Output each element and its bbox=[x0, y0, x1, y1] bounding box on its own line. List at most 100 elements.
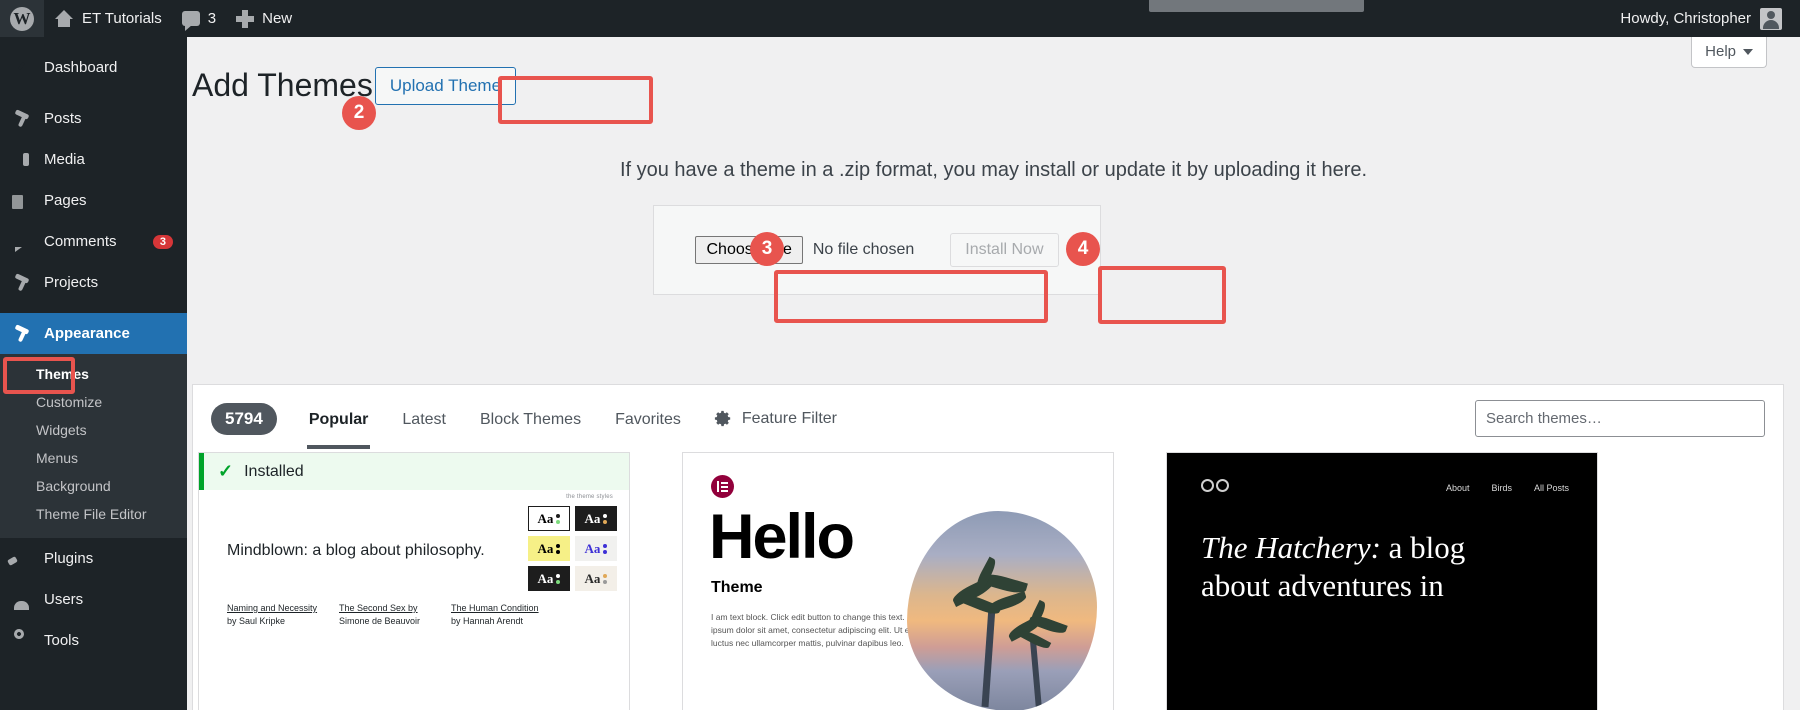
callout-badge-4: 4 bbox=[1066, 232, 1100, 266]
sidebar-label-plugins: Plugins bbox=[44, 550, 94, 567]
sidebar-label-comments: Comments bbox=[44, 233, 117, 250]
sidebar-item-background[interactable]: Background bbox=[0, 472, 187, 500]
chevron-down-icon bbox=[1743, 48, 1753, 55]
preview-palette: Aa Aa Aa Aa Aa Aa bbox=[528, 506, 617, 591]
home-icon bbox=[54, 9, 74, 28]
sidebar-item-pages[interactable]: Pages bbox=[0, 180, 187, 221]
tab-favorites[interactable]: Favorites bbox=[613, 389, 683, 449]
list-item: Naming and Necessity by Saul Kripke bbox=[227, 602, 319, 627]
theme-card-hello-elementor[interactable]: Hello Theme I am text block. Click edit … bbox=[682, 452, 1114, 710]
theme-count-badge: 5794 bbox=[211, 402, 277, 435]
sidebar-item-plugins[interactable]: Plugins bbox=[0, 538, 187, 579]
wordpress-logo-icon: W bbox=[10, 6, 34, 31]
admin-bar-placeholder-box bbox=[1149, 0, 1364, 12]
page-header: Add Themes Upload Theme bbox=[192, 37, 1800, 107]
theme-preview-screenshot: Mindblown: a blog about philosophy. the … bbox=[199, 490, 629, 710]
nav-item-birds: Birds bbox=[1491, 483, 1512, 493]
sidebar-item-users[interactable]: Users bbox=[0, 579, 187, 620]
preview-subheading: Theme bbox=[711, 579, 763, 596]
account-menu[interactable]: Howdy, Christopher bbox=[1612, 0, 1790, 37]
theme-card-hatchery[interactable]: About Birds All Posts The Hatchery: a bl… bbox=[1166, 452, 1598, 710]
file-input-row[interactable]: Choose File No file chosen bbox=[695, 236, 914, 264]
theme-grid: ✓ Installed Mindblown: a blog about phil… bbox=[193, 452, 1783, 710]
feature-filter-label: Feature Filter bbox=[741, 409, 837, 427]
sidebar-item-customize[interactable]: Customize bbox=[0, 388, 187, 416]
preview-heading: The Hatchery: a blog about adventures in bbox=[1201, 529, 1581, 605]
sidebar-item-appearance[interactable]: Appearance bbox=[0, 313, 195, 354]
admin-bar-right: Howdy, Christopher bbox=[1612, 0, 1800, 37]
media-icon bbox=[12, 150, 32, 170]
plugin-icon bbox=[12, 549, 32, 569]
no-file-chosen-label: No file chosen bbox=[812, 241, 915, 258]
theme-card-twentytwentythree[interactable]: ✓ Installed Mindblown: a blog about phil… bbox=[198, 452, 630, 710]
sidebar-label-users: Users bbox=[44, 591, 84, 608]
site-name-menu[interactable]: ET Tutorials bbox=[44, 0, 172, 37]
pin-icon bbox=[12, 272, 32, 293]
sidebar-label-posts: Posts bbox=[44, 110, 82, 127]
sidebar-item-media[interactable]: Media bbox=[0, 139, 187, 180]
sidebar-separator-2 bbox=[0, 303, 187, 313]
wrench-icon bbox=[12, 631, 32, 651]
sidebar-item-dashboard[interactable]: Dashboard bbox=[0, 47, 187, 88]
palette-swatch: Aa bbox=[528, 566, 570, 591]
comments-badge: 3 bbox=[152, 234, 173, 249]
sidebar-separator-1 bbox=[0, 88, 187, 98]
search-input[interactable] bbox=[1475, 400, 1765, 437]
users-icon bbox=[12, 590, 32, 610]
sidebar-item-tools[interactable]: Tools bbox=[0, 620, 187, 661]
preview-book-list: Naming and Necessity by Saul Kripke The S… bbox=[227, 602, 543, 627]
help-button[interactable]: Help bbox=[1691, 37, 1767, 68]
tab-latest[interactable]: Latest bbox=[400, 389, 448, 449]
tab-block-themes[interactable]: Block Themes bbox=[478, 389, 583, 449]
palette-swatch: Aa bbox=[528, 506, 570, 531]
sidebar-item-themes[interactable]: Themes bbox=[0, 360, 187, 388]
preview-heading: Mindblown: a blog about philosophy. bbox=[227, 542, 485, 559]
rings-logo-icon bbox=[1201, 479, 1229, 492]
new-label: New bbox=[262, 10, 293, 27]
palette-swatch: Aa bbox=[575, 566, 617, 591]
sidebar-label-media: Media bbox=[44, 151, 85, 168]
comments-bubble[interactable]: 3 bbox=[172, 0, 226, 37]
preview-heading-line2: about adventures in bbox=[1201, 567, 1444, 603]
sidebar-item-posts[interactable]: Posts bbox=[0, 98, 187, 139]
sidebar-item-theme-file-editor[interactable]: Theme File Editor bbox=[0, 500, 187, 528]
sidebar-label-appearance: Appearance bbox=[44, 325, 130, 342]
book-title: The Human Condition bbox=[451, 603, 539, 613]
book-title: The Second Sex by bbox=[339, 603, 418, 613]
appearance-submenu: Themes Customize Widgets Menus Backgroun… bbox=[0, 354, 187, 538]
upload-theme-button[interactable]: Upload Theme bbox=[374, 66, 517, 105]
palette-swatch: Aa bbox=[575, 536, 617, 561]
sidebar-item-menus[interactable]: Menus bbox=[0, 444, 187, 472]
palette-swatch: Aa bbox=[528, 536, 570, 561]
palette-swatch: Aa bbox=[575, 506, 617, 531]
book-meta: by Hannah Arendt bbox=[451, 615, 524, 626]
admin-bar: W ET Tutorials 3 New Howdy, Christopher bbox=[0, 0, 1800, 37]
feature-filter-button[interactable]: Feature Filter bbox=[713, 409, 837, 428]
comment-bubble-icon bbox=[181, 11, 200, 31]
help-tab-wrap: Help bbox=[1691, 37, 1767, 68]
preview-palette-label: the theme styles bbox=[566, 494, 613, 500]
sidebar-spacer-top bbox=[0, 37, 187, 47]
book-meta: by Saul Kripke bbox=[227, 615, 286, 626]
preview-heading-italic: The Hatchery: bbox=[1201, 530, 1381, 565]
wordpress-logo-menu[interactable]: W bbox=[0, 0, 44, 37]
preview-image-palm-trees bbox=[907, 511, 1097, 710]
pin-icon bbox=[12, 108, 32, 129]
sidebar-item-projects[interactable]: Projects bbox=[0, 262, 187, 303]
installed-status-banner: ✓ Installed bbox=[199, 453, 629, 490]
checkmark-icon: ✓ bbox=[218, 461, 234, 481]
sidebar-item-comments[interactable]: Comments 3 bbox=[0, 221, 187, 262]
gear-icon bbox=[713, 409, 732, 428]
avatar bbox=[1760, 7, 1782, 30]
sidebar-label-pages: Pages bbox=[44, 192, 87, 209]
upload-theme-wrap: Upload Theme bbox=[374, 66, 517, 105]
install-now-button[interactable]: Install Now bbox=[950, 233, 1059, 267]
sidebar-label-dashboard: Dashboard bbox=[44, 59, 118, 76]
sidebar-label-tools: Tools bbox=[44, 632, 80, 649]
tab-popular[interactable]: Popular bbox=[306, 389, 371, 449]
theme-upload-panel: Choose File No file chosen Install Now bbox=[653, 205, 1101, 295]
preview-heading: Hello bbox=[709, 502, 855, 572]
new-content-menu[interactable]: New bbox=[226, 0, 302, 37]
sidebar-item-widgets[interactable]: Widgets bbox=[0, 416, 187, 444]
main-content: Help Add Themes Upload Theme If you have… bbox=[187, 37, 1800, 710]
